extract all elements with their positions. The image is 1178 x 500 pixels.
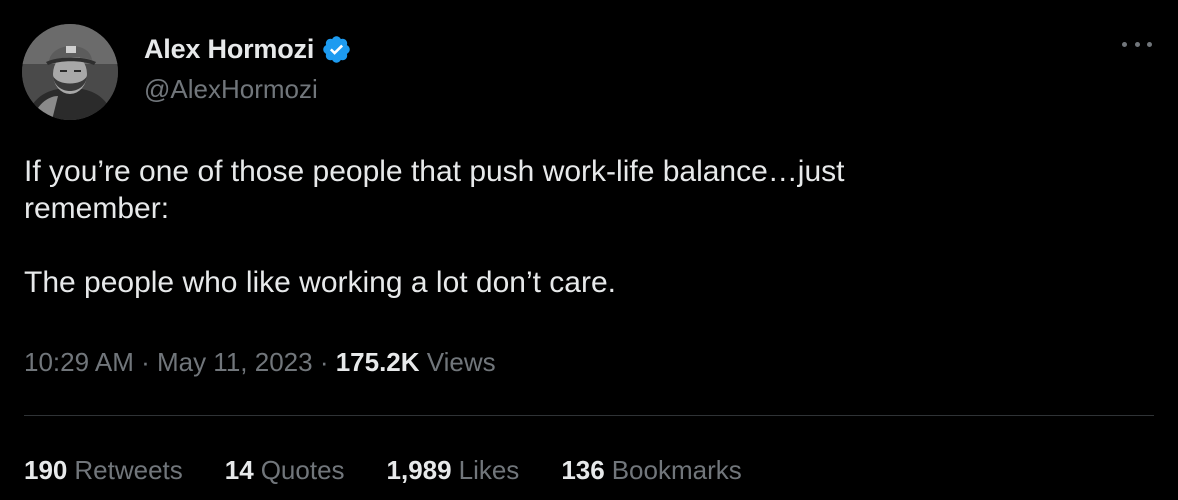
avatar-image-icon bbox=[22, 24, 118, 120]
more-dot bbox=[1134, 41, 1140, 47]
tweet-text: If you’re one of those people that push … bbox=[24, 153, 1134, 301]
tweet-line: remember: bbox=[24, 192, 170, 225]
more-dot bbox=[1147, 41, 1152, 47]
stat-label: Quotes bbox=[260, 455, 345, 485]
meta-separator: · bbox=[133, 347, 157, 377]
views-label: Views bbox=[419, 347, 496, 377]
more-options-icon[interactable] bbox=[1122, 34, 1152, 54]
tweet-line: The people who like working a lot don’t … bbox=[24, 266, 617, 299]
more-dot bbox=[1122, 41, 1127, 47]
tweet-card: Alex Hormozi @AlexHormozi If you’re one … bbox=[0, 0, 1178, 500]
divider bbox=[24, 415, 1154, 416]
stat-quotes[interactable]: 14 Quotes bbox=[225, 455, 345, 486]
author-handle[interactable]: @AlexHormozi bbox=[144, 74, 318, 105]
verified-badge-icon bbox=[323, 35, 350, 63]
tweet-line: If you’re one of those people that push … bbox=[24, 155, 845, 188]
stat-bookmarks[interactable]: 136 Bookmarks bbox=[561, 455, 741, 486]
stat-likes[interactable]: 1,989 Likes bbox=[387, 455, 520, 486]
tweet-meta: 10:29 AM · May 11, 2023 · 175.2K Views bbox=[24, 347, 496, 378]
tweet-stats: 190 Retweets 14 Quotes 1,989 Likes 136 Bookm… bbox=[24, 455, 784, 486]
display-name[interactable]: Alex Hormozi bbox=[144, 34, 314, 65]
stat-label: Bookmarks bbox=[611, 455, 742, 485]
avatar[interactable] bbox=[22, 24, 118, 120]
stat-label: Likes bbox=[458, 455, 520, 485]
stat-retweets[interactable]: 190 Retweets bbox=[24, 455, 183, 486]
stat-label: Retweets bbox=[74, 455, 183, 485]
meta-separator: · bbox=[312, 347, 336, 377]
stat-count: 1,989 bbox=[386, 455, 452, 485]
views-count: 175.2K bbox=[335, 347, 420, 377]
stat-count: 136 bbox=[561, 455, 605, 485]
stat-count: 190 bbox=[24, 455, 68, 485]
tweet-time[interactable]: 10:29 AM bbox=[24, 347, 134, 378]
tweet-date[interactable]: May 11, 2023 bbox=[157, 347, 313, 378]
stat-count: 14 bbox=[224, 455, 254, 485]
author-name-row[interactable]: Alex Hormozi bbox=[144, 32, 352, 66]
